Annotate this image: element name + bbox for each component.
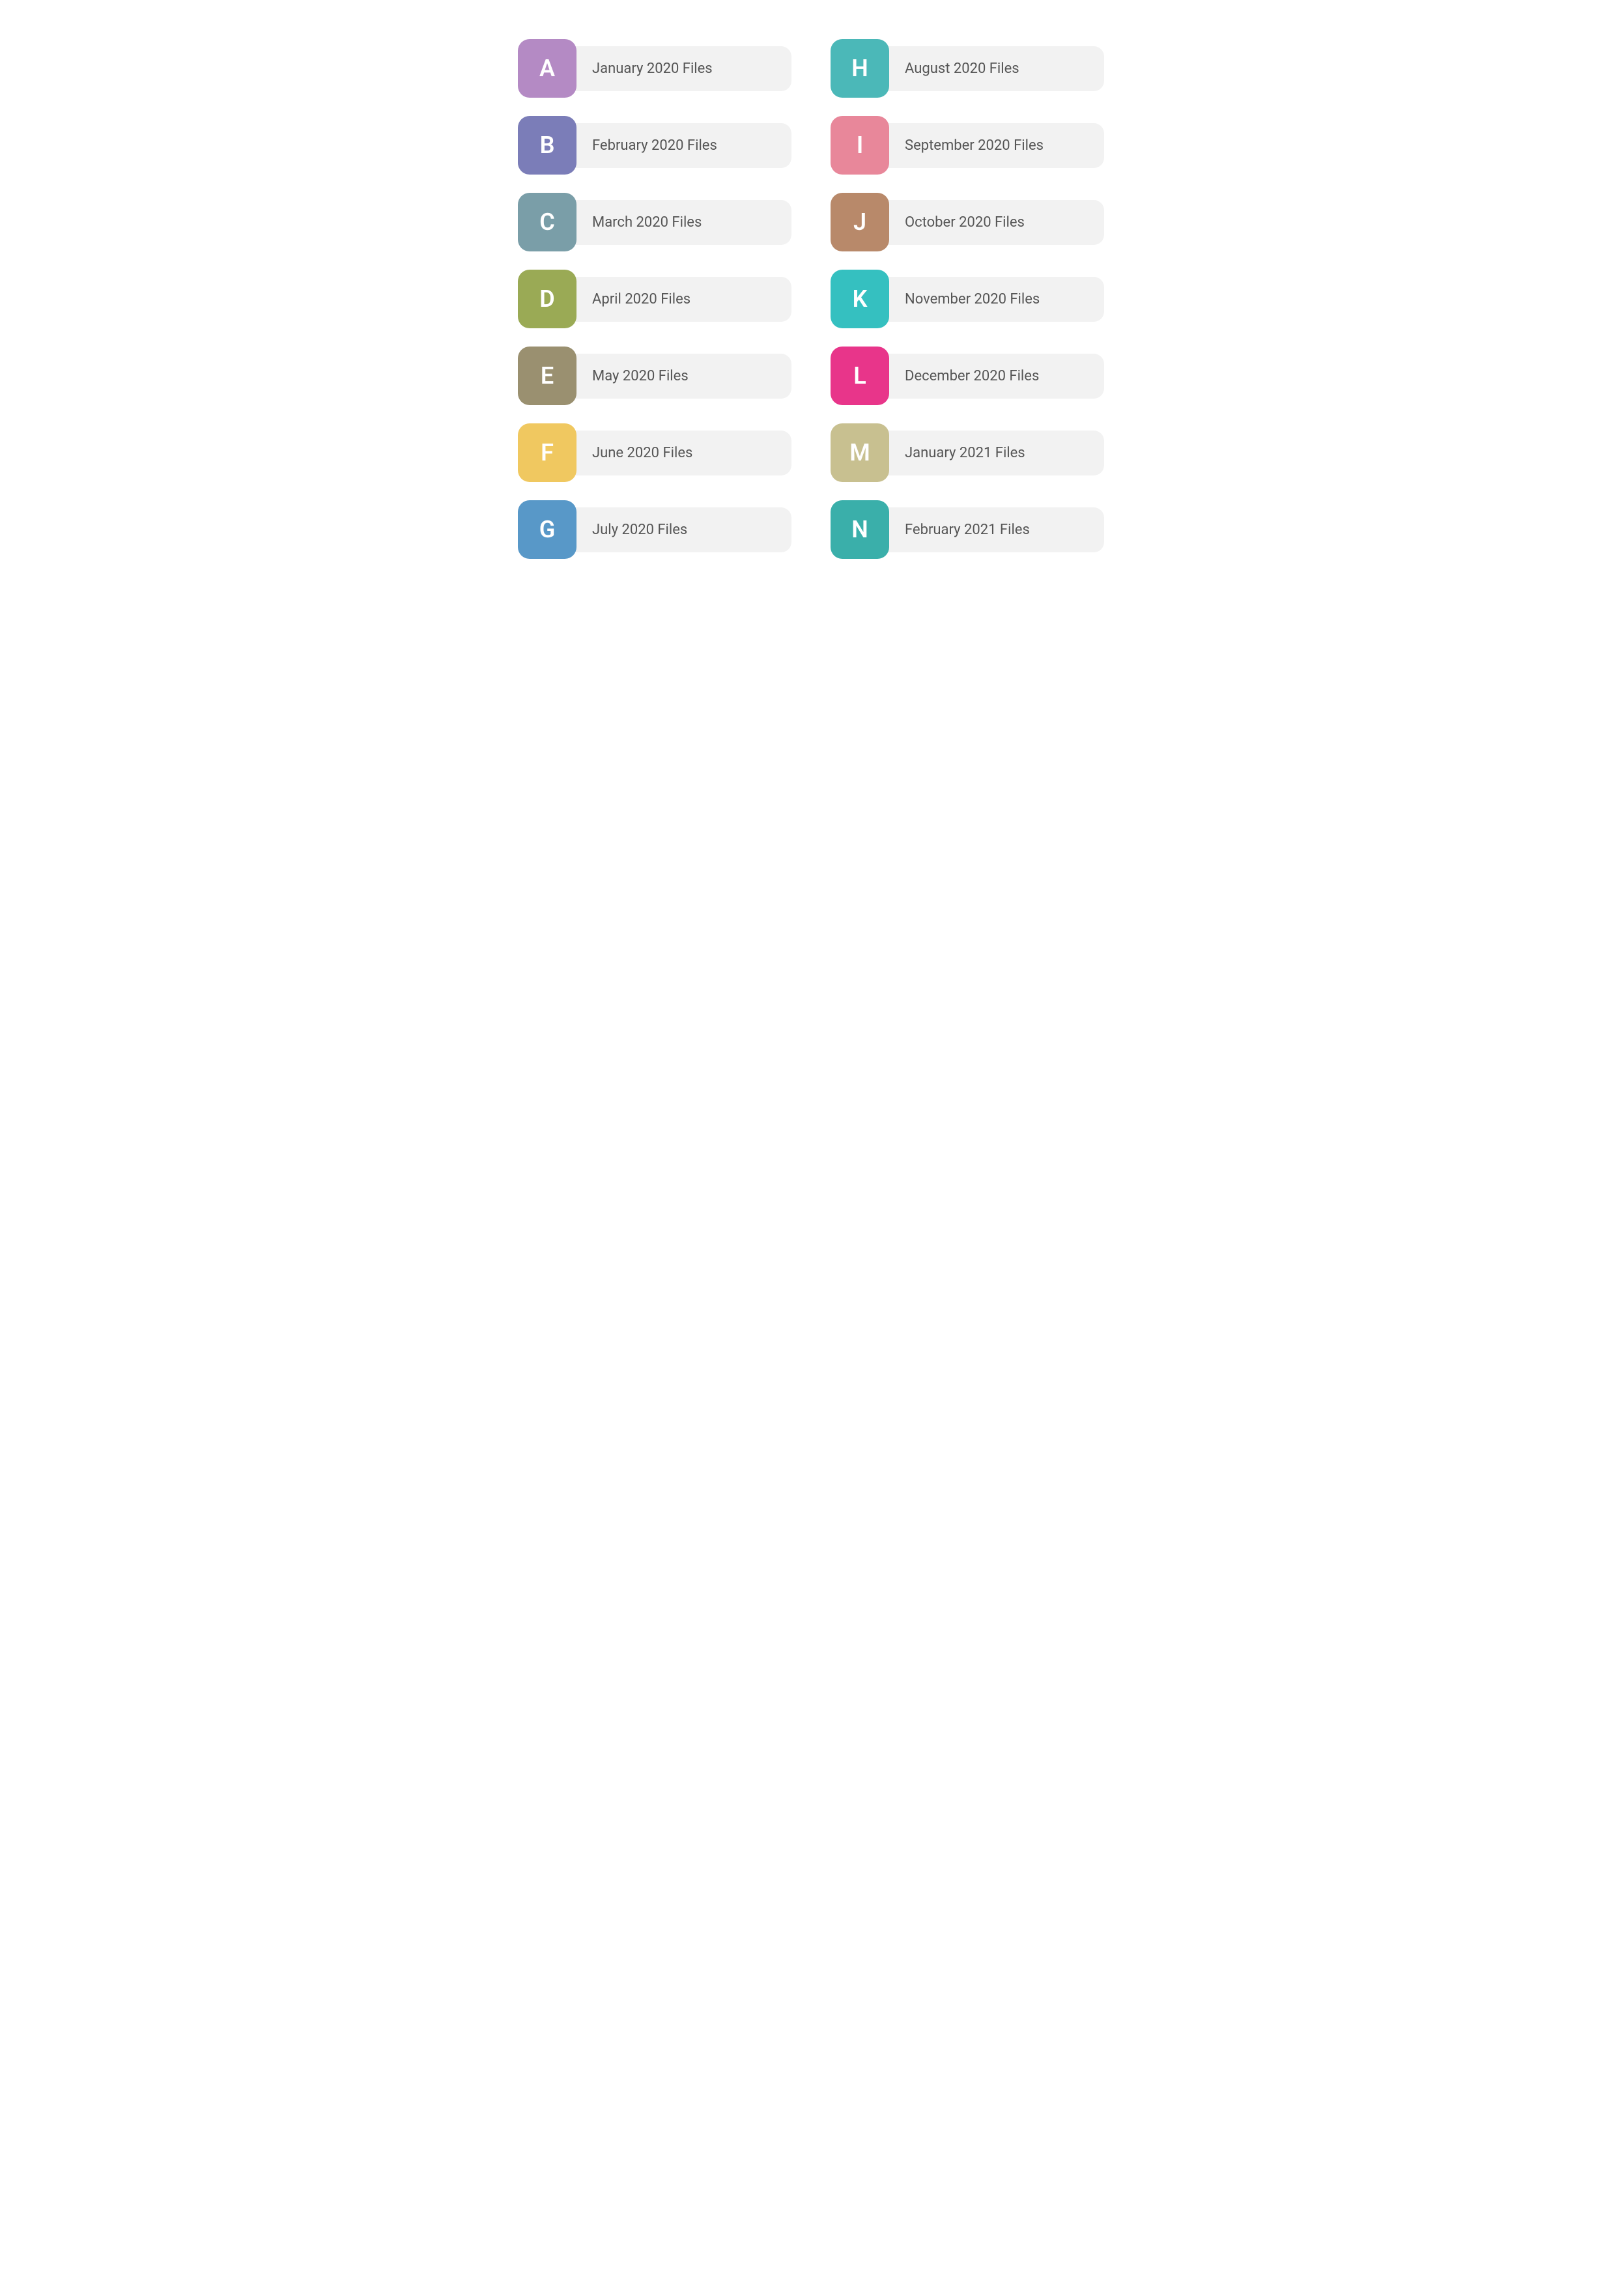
folder-label-l: December 2020 Files — [879, 354, 1104, 399]
folder-label-m: January 2021 Files — [879, 431, 1104, 475]
folder-icon-k: K — [831, 270, 889, 328]
folder-icon-h: H — [831, 39, 889, 98]
folder-icon-l: L — [831, 347, 889, 405]
folder-icon-c: C — [518, 193, 576, 251]
folder-icon-f: F — [518, 423, 576, 482]
folder-label-d: April 2020 Files — [566, 277, 791, 322]
folder-label-n: February 2021 Files — [879, 507, 1104, 552]
folder-item-k[interactable]: KNovember 2020 Files — [831, 270, 1104, 328]
folder-item-b[interactable]: BFebruary 2020 Files — [518, 116, 791, 175]
folder-icon-e: E — [518, 347, 576, 405]
folder-label-j: October 2020 Files — [879, 200, 1104, 245]
folder-icon-a: A — [518, 39, 576, 98]
folder-item-l[interactable]: LDecember 2020 Files — [831, 347, 1104, 405]
folder-label-k: November 2020 Files — [879, 277, 1104, 322]
folder-icon-m: M — [831, 423, 889, 482]
folder-label-a: January 2020 Files — [566, 46, 791, 91]
folder-icon-n: N — [831, 500, 889, 559]
folder-label-e: May 2020 Files — [566, 354, 791, 399]
folder-label-c: March 2020 Files — [566, 200, 791, 245]
folder-item-e[interactable]: EMay 2020 Files — [518, 347, 791, 405]
folder-icon-d: D — [518, 270, 576, 328]
folder-label-g: July 2020 Files — [566, 507, 791, 552]
folder-item-c[interactable]: CMarch 2020 Files — [518, 193, 791, 251]
folder-icon-i: I — [831, 116, 889, 175]
folder-item-d[interactable]: DApril 2020 Files — [518, 270, 791, 328]
folder-icon-j: J — [831, 193, 889, 251]
folder-label-h: August 2020 Files — [879, 46, 1104, 91]
folder-item-g[interactable]: GJuly 2020 Files — [518, 500, 791, 559]
folder-grid: AJanuary 2020 FilesHAugust 2020 FilesBFe… — [518, 39, 1104, 559]
folder-item-m[interactable]: MJanuary 2021 Files — [831, 423, 1104, 482]
folder-item-f[interactable]: FJune 2020 Files — [518, 423, 791, 482]
folder-label-b: February 2020 Files — [566, 123, 791, 168]
folder-item-j[interactable]: JOctober 2020 Files — [831, 193, 1104, 251]
folder-item-a[interactable]: AJanuary 2020 Files — [518, 39, 791, 98]
folder-icon-g: G — [518, 500, 576, 559]
folder-icon-b: B — [518, 116, 576, 175]
folder-label-i: September 2020 Files — [879, 123, 1104, 168]
folder-item-n[interactable]: NFebruary 2021 Files — [831, 500, 1104, 559]
folder-label-f: June 2020 Files — [566, 431, 791, 475]
folder-item-i[interactable]: ISeptember 2020 Files — [831, 116, 1104, 175]
folder-item-h[interactable]: HAugust 2020 Files — [831, 39, 1104, 98]
